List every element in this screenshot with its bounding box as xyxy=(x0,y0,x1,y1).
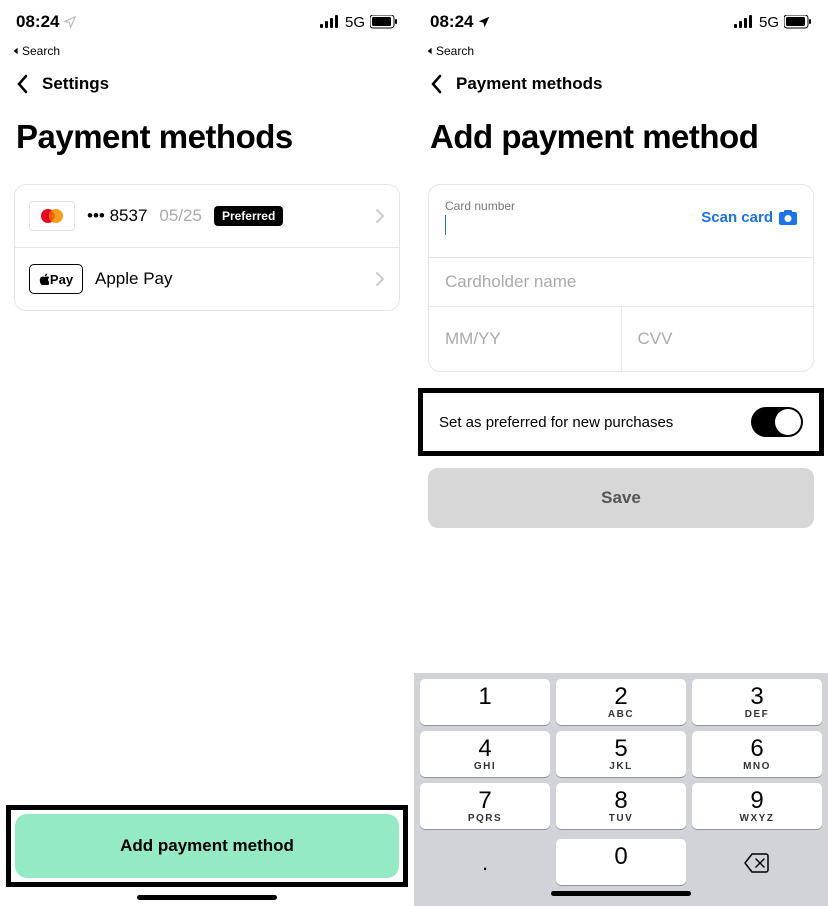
back-triangle-icon xyxy=(426,47,434,55)
cardholder-name-field[interactable]: Cardholder name xyxy=(429,257,813,306)
card-mask: ••• 8537 xyxy=(87,206,147,226)
preferred-toggle[interactable] xyxy=(751,407,803,437)
location-icon xyxy=(477,15,491,29)
highlight-box: Set as preferred for new purchases xyxy=(418,388,824,456)
card-form: Card number Scan card Cardholder name MM… xyxy=(428,184,814,372)
payment-row-applepay[interactable]: Pay Apple Pay xyxy=(15,247,399,310)
key-0[interactable]: 0 xyxy=(556,839,686,885)
add-payment-button[interactable]: Add payment method xyxy=(15,814,399,878)
key-backspace[interactable] xyxy=(692,839,822,885)
status-bar: 08:24 5G xyxy=(0,0,414,44)
key-6[interactable]: 6MNO xyxy=(692,731,822,777)
page-title: Add payment method xyxy=(414,100,828,174)
battery-icon xyxy=(370,15,398,29)
scan-card-button[interactable]: Scan card xyxy=(701,209,797,226)
payment-methods-screen: 08:24 5G Search Settings Payment methods… xyxy=(0,0,414,906)
key-7[interactable]: 7PQRS xyxy=(420,783,550,829)
key-8[interactable]: 8TUV xyxy=(556,783,686,829)
nav-back-label: Settings xyxy=(42,74,109,94)
applepay-icon: Pay xyxy=(29,264,83,294)
clock: 08:24 xyxy=(16,12,59,32)
chevron-right-icon xyxy=(375,271,385,287)
clock: 08:24 xyxy=(430,12,473,32)
key-2[interactable]: 2ABC xyxy=(556,679,686,725)
save-button[interactable]: Save xyxy=(428,468,814,528)
nav-back[interactable]: Payment methods xyxy=(414,64,828,100)
nav-back[interactable]: Settings xyxy=(0,64,414,100)
battery-icon xyxy=(784,15,812,29)
chevron-left-icon xyxy=(16,74,28,94)
breadcrumb-label: Search xyxy=(436,44,474,58)
camera-icon xyxy=(779,210,797,225)
location-icon xyxy=(63,15,77,29)
network-label: 5G xyxy=(345,14,365,31)
home-indicator[interactable] xyxy=(551,891,691,896)
back-triangle-icon xyxy=(12,47,20,55)
chevron-right-icon xyxy=(375,208,385,224)
chevron-left-icon xyxy=(430,74,442,94)
breadcrumb[interactable]: Search xyxy=(0,44,414,64)
payment-list: ••• 8537 05/25 Preferred Pay Apple Pay xyxy=(14,184,400,311)
card-number-field[interactable]: Card number Scan card xyxy=(429,185,813,257)
breadcrumb-label: Search xyxy=(22,44,60,58)
payment-row-card[interactable]: ••• 8537 05/25 Preferred xyxy=(15,185,399,247)
preferred-toggle-row: Set as preferred for new purchases xyxy=(427,397,815,447)
backspace-icon xyxy=(744,853,770,873)
breadcrumb[interactable]: Search xyxy=(414,44,828,64)
key-1[interactable]: 1 xyxy=(420,679,550,725)
nav-back-label: Payment methods xyxy=(456,74,602,94)
highlight-box: Add payment method xyxy=(6,805,408,887)
mastercard-icon xyxy=(29,201,75,231)
key-3[interactable]: 3DEF xyxy=(692,679,822,725)
key-4[interactable]: 4GHI xyxy=(420,731,550,777)
key-5[interactable]: 5JKL xyxy=(556,731,686,777)
home-indicator[interactable] xyxy=(137,895,277,900)
card-expiry: 05/25 xyxy=(159,206,202,226)
numeric-keypad: 12ABC3DEF 4GHI5JKL6MNO 7PQRS8TUV9WXYZ . 0 xyxy=(414,673,828,906)
cvv-field[interactable]: CVV xyxy=(621,306,814,371)
key-dot[interactable]: . xyxy=(420,839,550,885)
key-9[interactable]: 9WXYZ xyxy=(692,783,822,829)
expiry-field[interactable]: MM/YY xyxy=(429,306,621,371)
status-bar: 08:24 5G xyxy=(414,0,828,44)
add-payment-screen: 08:24 5G Search Payment methods Add paym… xyxy=(414,0,828,906)
page-title: Payment methods xyxy=(0,100,414,174)
preferred-badge: Preferred xyxy=(214,206,283,226)
text-cursor xyxy=(445,215,446,235)
signal-icon xyxy=(320,15,340,29)
applepay-label: Apple Pay xyxy=(95,269,173,289)
signal-icon xyxy=(734,15,754,29)
network-label: 5G xyxy=(759,14,779,31)
toggle-label: Set as preferred for new purchases xyxy=(439,414,673,431)
